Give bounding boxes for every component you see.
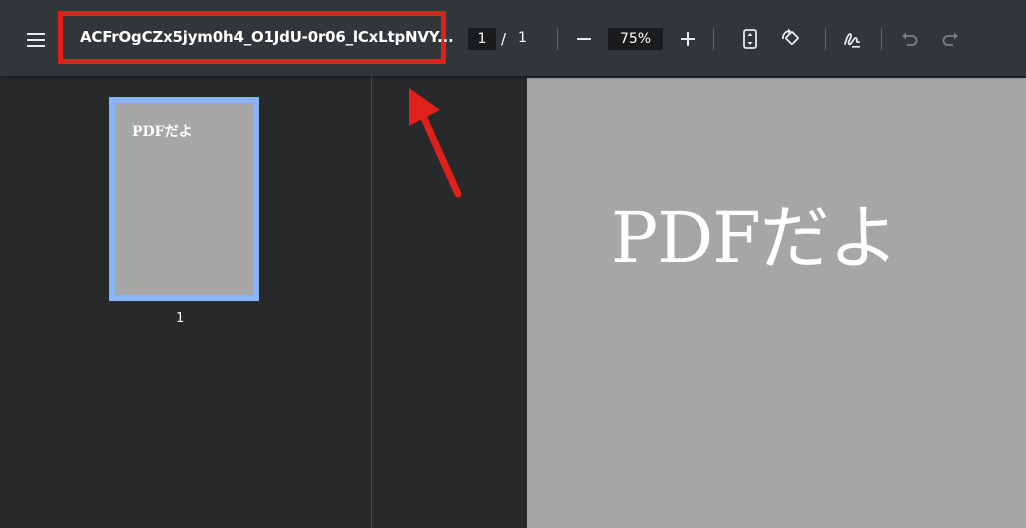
pen-annotate-icon[interactable] [838, 25, 866, 53]
toolbar-divider [713, 28, 714, 50]
minus-icon[interactable] [570, 25, 598, 53]
page-total: 1 [518, 30, 527, 46]
thumbnail-page-label: 1 [176, 311, 185, 326]
toolbar-divider [825, 28, 826, 50]
hamburger-menu-icon[interactable] [22, 26, 50, 54]
red-arrow-annotation [409, 88, 462, 198]
page-separator: / [501, 30, 507, 48]
thumbnail-text: PDFだよ [132, 124, 193, 140]
pdf-page: PDFだよ [527, 78, 1026, 528]
plus-icon[interactable] [674, 25, 702, 53]
document-title: ACFrOgCZx5jym0h4_O1JdU-0r06_lCxLtpNVY... [80, 28, 454, 46]
page-content-text: PDFだよ [611, 197, 899, 279]
redo-icon[interactable] [936, 25, 964, 53]
pdf-toolbar: ACFrOgCZx5jym0h4_O1JdU-0r06_lCxLtpNVY...… [0, 0, 1026, 76]
page-thumbnail[interactable]: PDFだよ [109, 97, 259, 301]
fit-to-page-icon[interactable] [736, 25, 764, 53]
rotate-icon[interactable] [776, 25, 804, 53]
title-highlight-box: ACFrOgCZx5jym0h4_O1JdU-0r06_lCxLtpNVY... [58, 11, 454, 64]
toolbar-divider [557, 28, 558, 50]
thumbnail-sidebar: PDFだよ 1 [0, 76, 372, 528]
page-number-input[interactable] [468, 28, 496, 50]
zoom-level-input[interactable] [608, 28, 663, 50]
undo-icon[interactable] [896, 25, 924, 53]
toolbar-divider [881, 28, 882, 50]
